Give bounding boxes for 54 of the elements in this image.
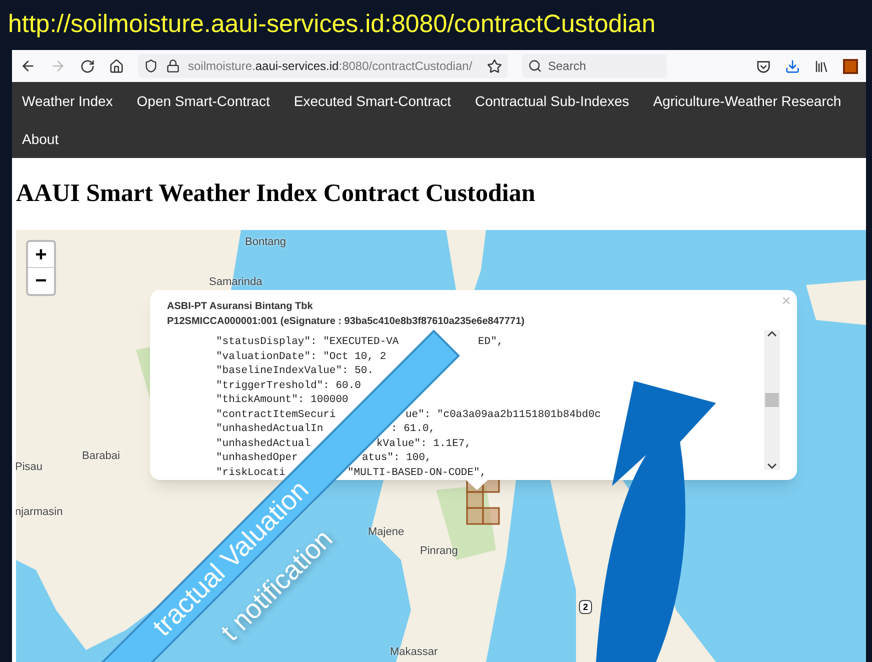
nav-link[interactable]: Open Smart-Contract [126,82,280,120]
search-icon [528,59,542,73]
code-line: "unhashedOper [216,451,298,465]
pocket-icon[interactable] [756,58,771,74]
place-label: njarmasin [16,505,63,520]
reload-icon[interactable] [80,58,95,74]
zoom-out-button[interactable]: − [28,268,54,294]
scroll-thumb[interactable] [765,393,779,407]
code-line: "thickAmount": 100000 [216,393,348,407]
island-shape [806,280,866,325]
nav-link[interactable]: Agriculture-Weather Research [643,82,852,120]
extension-icon[interactable] [843,58,858,74]
address-bar[interactable]: soilmoisture.aaui-services.id:8080/contractCustodian/ [138,54,508,78]
code-line: ue": "c0a3a09aa2b1151801b84bd0c [406,408,601,422]
code-line: ED", [478,335,504,349]
back-icon[interactable] [20,58,36,74]
search-field[interactable]: Search [522,54,667,78]
scroll-up-icon[interactable] [767,330,777,338]
code-line: "baselineIndexValue": 50. [216,364,374,378]
road-shield: 2 [579,600,592,614]
nav-link[interactable]: Contractual Sub-Indexes [465,82,640,120]
code-line: : 61.0, [391,422,436,436]
scrollbar[interactable] [764,330,780,470]
home-icon[interactable] [109,58,124,74]
code-line: atus": 100, [362,451,432,465]
code-line: kValue": 1.1E7, [376,436,472,450]
code-line: "unhashedActualIn [216,422,324,436]
page-title: AAUI Smart Weather Index Contract Custodian [16,179,536,210]
search-input[interactable]: Search [548,57,648,75]
code-line: "MULTI-BASED-ON-CODE", [348,466,486,480]
code-line: "contractItemSecuri [216,408,336,422]
code-line: "triggerTreshold": 60.0 [216,378,361,392]
place-label: Barabai [82,449,120,464]
place-label: Pinrang [420,544,458,559]
nav-link[interactable]: About [12,120,69,158]
download-icon[interactable] [785,58,800,74]
place-label: Bontang [245,235,286,250]
slide-title: http://soilmoisture.aaui-services.id:8080/contractCustodian [8,10,656,38]
popup-subtitle: P12SMICCA000001:001 (eSignature : 93ba5c410e8b3f87610a235e6e847771) [167,315,524,329]
shield-icon [144,59,158,73]
library-icon[interactable] [814,58,829,74]
scroll-down-icon[interactable] [767,462,777,470]
nav-link[interactable]: Executed Smart-Contract [284,82,462,120]
code-line: "riskLocati [216,466,286,480]
lock-icon [166,59,180,73]
code-line: "statusDisplay": "EXECUTED-VA [216,335,399,349]
zoom-in-button[interactable]: + [28,242,54,268]
popup-title: ASBI-PT Asuransi Bintang Tbk [167,300,313,314]
nav-link[interactable]: Weather Index [12,82,123,120]
star-icon[interactable] [487,58,502,74]
place-label: Pisau [16,460,43,475]
code-line: "valuationDate": "Oct 10, 2 [216,350,386,364]
code-line: "unhashedActual [216,436,311,450]
url-text: soilmoisture.aaui-services.id:8080/contractCustodian/ [188,58,472,75]
